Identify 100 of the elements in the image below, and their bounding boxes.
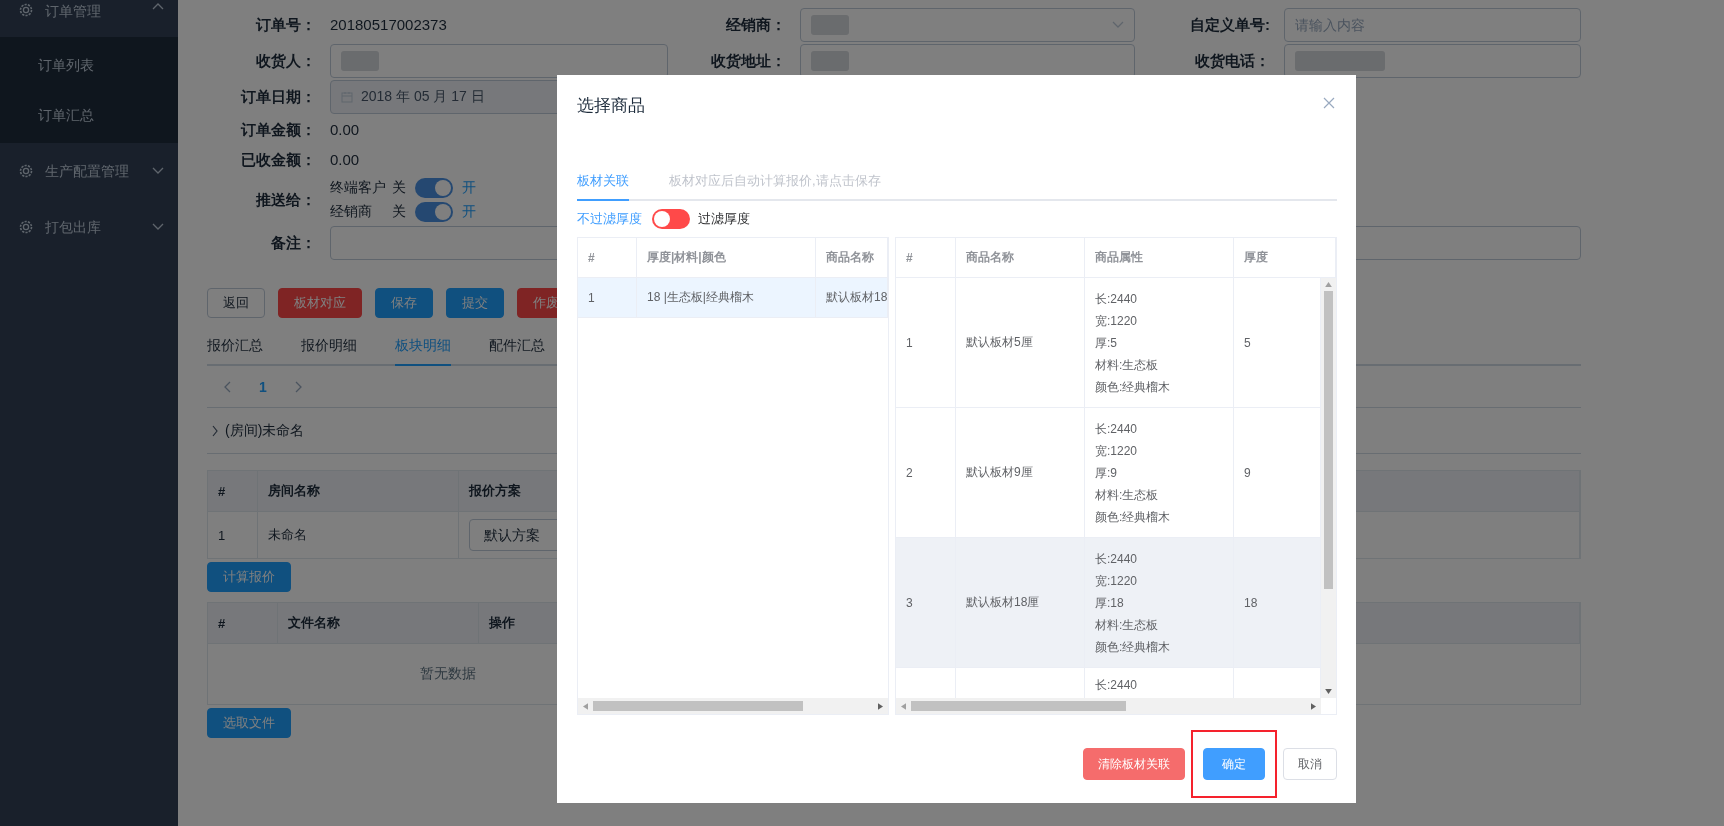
scroll-down-icon[interactable] [1325,689,1332,694]
attribute-text: 长:2440 [1095,290,1138,308]
attribute-text: 颜色:经典榴木 [1095,508,1171,526]
dialog-title: 选择商品 [577,94,645,117]
table-cell: 1 [906,335,913,350]
table-cell: 5 [1244,335,1251,350]
field-label: 订单金额： [239,120,317,140]
attribute-text: 材料:生态板 [1095,616,1159,634]
table-row[interactable]: 1 18 |生态板|经典榴木 默认板材18 [578,278,888,318]
column-header: # [896,238,956,277]
table-cell: 18 |生态板|经典榴木 [637,278,816,317]
attribute-text: 宽:1220 [1095,312,1138,330]
column-header: 商品名称 [816,238,888,277]
dialog-button[interactable]: 确定 [1203,748,1265,780]
tab[interactable]: 报价明细 [301,337,357,366]
column-header: # [578,238,637,277]
received-amount: 0.00 [330,150,360,170]
gear-icon [18,163,34,179]
attribute-text: 长:2440 [1095,677,1138,694]
table-cell: 默认板材18 [816,278,888,317]
order-number: 20180517002373 [330,15,448,35]
scroll-up-icon[interactable] [1325,282,1332,287]
attribute-text: 材料:生态板 [1095,356,1159,374]
scroll-right-icon[interactable] [878,702,883,710]
sidebar-menu[interactable]: 打包出库 [0,199,178,255]
attribute-text: 材料:生态板 [1095,486,1159,504]
page-number[interactable]: 1 [259,378,267,395]
field-label: 备注： [270,233,317,253]
tab[interactable]: 配件汇总 [489,337,545,366]
table-cell: 1 [208,512,258,558]
on-label: 开 [462,203,476,221]
horizontal-scrollbar[interactable] [578,698,888,714]
next-page-icon[interactable] [294,380,303,393]
field-label: 已收金额： [240,150,317,170]
off-label: 关 [392,179,406,197]
chevron-icon [152,223,164,231]
tab[interactable]: 板块明细 [395,337,451,366]
column-header: 厚度|材料|颜色 [637,238,816,277]
receiver-field[interactable] [330,44,668,78]
attribute-text: 宽:1220 [1095,442,1138,460]
scroll-left-icon[interactable] [583,702,588,710]
upload-button[interactable]: 选取文件 [207,708,291,738]
sidebar-menu[interactable]: 订单管理 [0,0,178,37]
toggle-switch[interactable] [415,202,453,222]
column-header: 商品名称 [956,238,1085,277]
field-label: 经销商： [725,15,787,35]
table-cell: 3 [906,595,913,610]
scroll-right-icon[interactable] [1311,702,1316,710]
table-row[interactable]: 3 默认板材18厘 长:2440 宽:1220 厚:18 材料:生态板 颜色:经典榴木 18 [896,538,1321,668]
tab[interactable]: 报价汇总 [207,337,263,366]
toggle-switch[interactable] [652,209,690,229]
field-label: 收货电话： [1194,51,1271,71]
field-label: 订单日期： [239,87,317,107]
chevron-icon [152,167,164,175]
tab[interactable]: 板材关联 [577,161,629,201]
action-button[interactable]: 保存 [375,288,433,318]
table-cell: 默认板材5厘 [966,334,1033,351]
dialog-button[interactable]: 取消 [1283,748,1337,780]
sidebar-item[interactable]: 订单汇总 [0,90,178,140]
action-button[interactable]: 提交 [446,288,504,318]
attribute-text: 厚:5 [1095,334,1117,352]
attribute-text: 宽:1220 [1095,572,1138,590]
table-cell: 默认板材18厘 [966,594,1040,611]
on-label: 开 [462,179,476,197]
action-button[interactable]: 返回 [207,288,265,318]
order-amount: 0.00 [330,120,360,140]
address-field[interactable] [800,44,1135,78]
toggle-switch[interactable] [415,178,453,198]
chevron-icon [211,424,219,437]
field-label: 收货人： [255,51,317,71]
switch-label: 终端客户 [330,179,387,197]
calculate-button[interactable]: 计算报价 [207,562,291,592]
vertical-scrollbar[interactable] [1321,278,1336,698]
field-label: 订单号： [254,15,317,35]
column-header: 厚度 [1234,238,1336,277]
previous-page-icon[interactable] [223,380,231,393]
gear-icon [18,219,34,235]
dialog-button[interactable]: 清除板材关联 [1083,748,1185,780]
action-button[interactable]: 板材对应 [278,288,362,318]
phone-field[interactable] [1284,44,1581,78]
scroll-left-icon[interactable] [901,702,906,710]
off-label: 不过滤厚度 [577,210,642,228]
column-header: 房间名称 [258,471,459,511]
sidebar-menu[interactable]: 生产配置管理 [0,143,178,199]
close-icon[interactable] [1323,97,1335,109]
attribute-text: 长:2440 [1095,550,1138,568]
horizontal-scrollbar[interactable] [896,698,1321,714]
table-cell: 1 [578,278,637,317]
column-header: 商品属性 [1085,238,1234,277]
sidebar-item[interactable]: 订单列表 [0,40,178,90]
off-label: 关 [392,203,406,221]
field-label: 推送给： [255,190,317,210]
on-label: 过滤厚度 [698,210,750,228]
column-header: # [208,471,258,511]
table-cell: 未命名 [258,512,459,558]
field-label: 收货地址： [710,51,787,71]
table-cell: 18 [1244,595,1258,610]
column-header: 文件名称 [278,603,479,643]
attribute-text: 长:2440 [1095,420,1138,438]
chevron-icon [152,2,164,10]
